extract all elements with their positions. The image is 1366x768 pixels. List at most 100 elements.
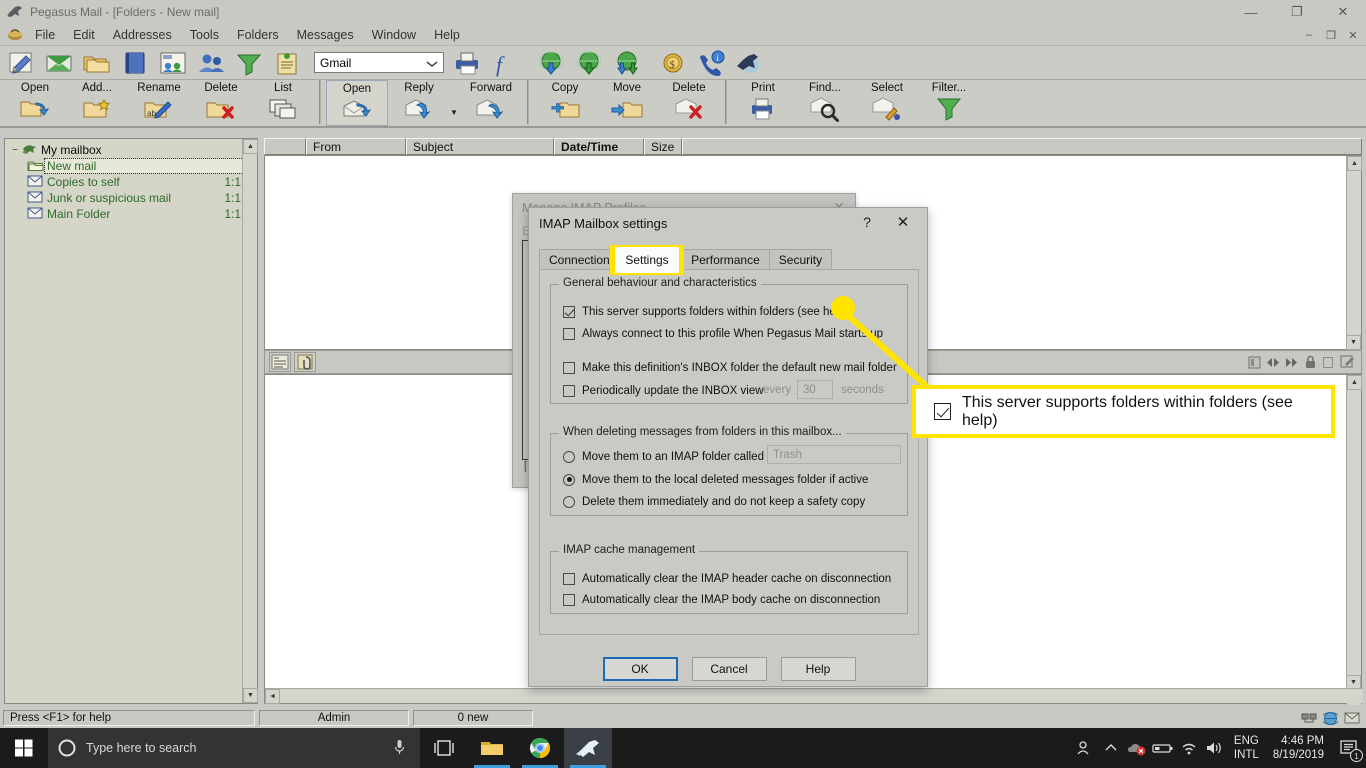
toolbar-copy[interactable]: Copy bbox=[534, 80, 596, 126]
pegasus-icon[interactable] bbox=[732, 48, 766, 78]
cancel-button[interactable]: Cancel bbox=[691, 657, 767, 681]
preview-vertical-scrollbar[interactable]: ▲ ▼ bbox=[1346, 375, 1362, 705]
interval-value-input[interactable]: 30 bbox=[797, 380, 833, 399]
tree-root[interactable]: − My mailbox bbox=[7, 142, 255, 158]
menu-edit[interactable]: Edit bbox=[64, 26, 104, 44]
fonts-icon[interactable]: f bbox=[488, 48, 522, 78]
contacts-icon[interactable] bbox=[194, 48, 228, 78]
action-center-icon[interactable]: 1 bbox=[1332, 728, 1366, 768]
attachments-icon[interactable] bbox=[294, 352, 316, 372]
menu-folders[interactable]: Folders bbox=[228, 26, 288, 44]
battery-icon[interactable] bbox=[1150, 728, 1176, 768]
checkbox-folders-within-folders[interactable] bbox=[563, 305, 575, 318]
new-mail-icon[interactable] bbox=[42, 48, 76, 78]
menu-tools[interactable]: Tools bbox=[181, 26, 228, 44]
addressbook-icon[interactable] bbox=[118, 48, 152, 78]
menu-addresses[interactable]: Addresses bbox=[104, 26, 181, 44]
tab-performance[interactable]: Performance bbox=[681, 249, 770, 270]
message-headers-icon[interactable] bbox=[269, 352, 291, 372]
reply-dropdown-arrow-icon[interactable]: ▼ bbox=[450, 90, 460, 117]
imap-dialog-close-button[interactable]: ✕ bbox=[893, 213, 913, 231]
compose-icon[interactable] bbox=[4, 48, 38, 78]
column-header-datetime[interactable]: Date/Time bbox=[554, 138, 644, 155]
show-hidden-icons-chevron[interactable] bbox=[1098, 728, 1124, 768]
help-button[interactable]: ? bbox=[857, 214, 877, 230]
filter-icon[interactable] bbox=[232, 48, 266, 78]
tab-security[interactable]: Security bbox=[768, 249, 833, 270]
message-list-scroll-up-button[interactable]: ▲ bbox=[1347, 156, 1362, 171]
send-mail-icon[interactable] bbox=[534, 48, 568, 78]
receive-mail-icon[interactable] bbox=[572, 48, 606, 78]
column-header-subject[interactable]: Subject bbox=[406, 138, 554, 155]
checkbox-clear-body-cache[interactable] bbox=[563, 593, 575, 606]
people-icon[interactable] bbox=[1072, 728, 1098, 768]
annotate-icon[interactable] bbox=[1340, 355, 1355, 369]
pegasus-mail-icon[interactable] bbox=[564, 728, 612, 768]
toolbar-select[interactable]: Select bbox=[856, 80, 918, 126]
column-header-flag[interactable] bbox=[264, 138, 306, 155]
tree-item-copies-to-self[interactable]: Copies to self 1:1 bbox=[7, 174, 255, 190]
toolbar-print[interactable]: Print bbox=[732, 80, 794, 126]
radio-row-local-deleted[interactable]: Move them to the local deleted messages … bbox=[563, 471, 868, 488]
tree-expander-icon[interactable]: − bbox=[9, 145, 21, 156]
help-dialog-button[interactable]: Help bbox=[780, 657, 856, 681]
notepad-icon[interactable] bbox=[270, 48, 304, 78]
ok-button[interactable]: OK bbox=[602, 657, 678, 681]
toolbar-folder-rename[interactable]: Rename ab bbox=[128, 80, 190, 126]
toolbar-filter[interactable]: Filter... bbox=[918, 80, 980, 126]
mdi-close-button[interactable]: ✕ bbox=[1342, 26, 1364, 44]
tree-item-new-mail[interactable]: New mail bbox=[7, 158, 256, 174]
toolbar-message-open[interactable]: Open bbox=[326, 80, 388, 126]
distribution-list-icon[interactable] bbox=[156, 48, 190, 78]
message-list-scroll-down-button[interactable]: ▼ bbox=[1346, 335, 1361, 350]
file-explorer-icon[interactable] bbox=[468, 728, 516, 768]
radio-move-to-local-deleted[interactable] bbox=[563, 473, 575, 486]
checkbox-row-always-connect[interactable]: Always connect to this profile When Pega… bbox=[563, 325, 883, 342]
google-chrome-icon[interactable] bbox=[516, 728, 564, 768]
message-list-scrollbar[interactable]: ▲ ▼ bbox=[1346, 156, 1362, 350]
maximize-button[interactable]: ❐ bbox=[1274, 0, 1320, 24]
menu-messages[interactable]: Messages bbox=[288, 26, 363, 44]
tab-settings[interactable]: Settings bbox=[615, 247, 679, 273]
checkbox-periodic-update[interactable] bbox=[563, 384, 575, 397]
preview-scroll-up-button[interactable]: ▲ bbox=[1347, 375, 1362, 390]
checkbox-row-default-inbox[interactable]: Make this definition's INBOX folder the … bbox=[563, 359, 897, 376]
mdi-restore-button[interactable]: ❐ bbox=[1320, 26, 1342, 44]
raw-view-icon[interactable] bbox=[1248, 356, 1261, 369]
mdi-system-icon[interactable] bbox=[6, 26, 26, 44]
checkbox-row-clear-body-cache[interactable]: Automatically clear the IMAP body cache … bbox=[563, 591, 880, 608]
radio-row-imap-folder[interactable]: Move them to an IMAP folder called bbox=[563, 448, 764, 465]
preview-scroll-left-button[interactable]: ◄ bbox=[265, 689, 280, 704]
tree-item-main-folder[interactable]: Main Folder 1:1 bbox=[7, 206, 255, 222]
task-view-icon[interactable] bbox=[420, 728, 468, 768]
column-header-size[interactable]: Size bbox=[644, 138, 682, 155]
print-icon[interactable] bbox=[450, 48, 484, 78]
menu-file[interactable]: File bbox=[26, 26, 64, 44]
close-button[interactable]: ✕ bbox=[1320, 0, 1366, 24]
preview-horizontal-scrollbar[interactable]: ◄ bbox=[265, 688, 1363, 704]
toolbar-folder-list[interactable]: List bbox=[252, 80, 314, 126]
radio-row-delete-immediately[interactable]: Delete them immediately and do not keep … bbox=[563, 493, 865, 510]
menu-window[interactable]: Window bbox=[363, 26, 425, 44]
tab-connection[interactable]: Connection bbox=[539, 249, 620, 270]
folder-pane-scrollbar[interactable]: ▲ ▼ bbox=[242, 139, 258, 703]
prev-next-icon[interactable] bbox=[1266, 356, 1280, 369]
mdi-minimize-button[interactable]: – bbox=[1298, 26, 1320, 44]
search-input[interactable]: Type here to search bbox=[48, 728, 420, 768]
microphone-icon[interactable] bbox=[393, 739, 406, 756]
folders-icon[interactable] bbox=[80, 48, 114, 78]
checkbox-clear-header-cache[interactable] bbox=[563, 572, 575, 585]
cost-icon[interactable]: $ bbox=[656, 48, 690, 78]
toolbar-folder-open[interactable]: Open bbox=[4, 80, 66, 126]
windows-start-icon[interactable] bbox=[0, 728, 48, 768]
folder-scroll-up-button[interactable]: ▲ bbox=[243, 139, 258, 154]
tree-item-junk[interactable]: Junk or suspicious mail 1:1 bbox=[7, 190, 255, 206]
language-indicator[interactable]: ENG INTL bbox=[1228, 734, 1265, 762]
checkbox-row-folders-within-folders[interactable]: This server supports folders within fold… bbox=[563, 303, 849, 320]
checkbox-always-connect[interactable] bbox=[563, 327, 575, 340]
copy-icon[interactable] bbox=[1322, 356, 1335, 369]
onedrive-error-icon[interactable] bbox=[1124, 728, 1150, 768]
radio-move-to-imap-folder[interactable] bbox=[563, 450, 575, 463]
folder-scroll-down-button[interactable]: ▼ bbox=[243, 688, 258, 703]
toolbar-find[interactable]: Find... bbox=[794, 80, 856, 126]
